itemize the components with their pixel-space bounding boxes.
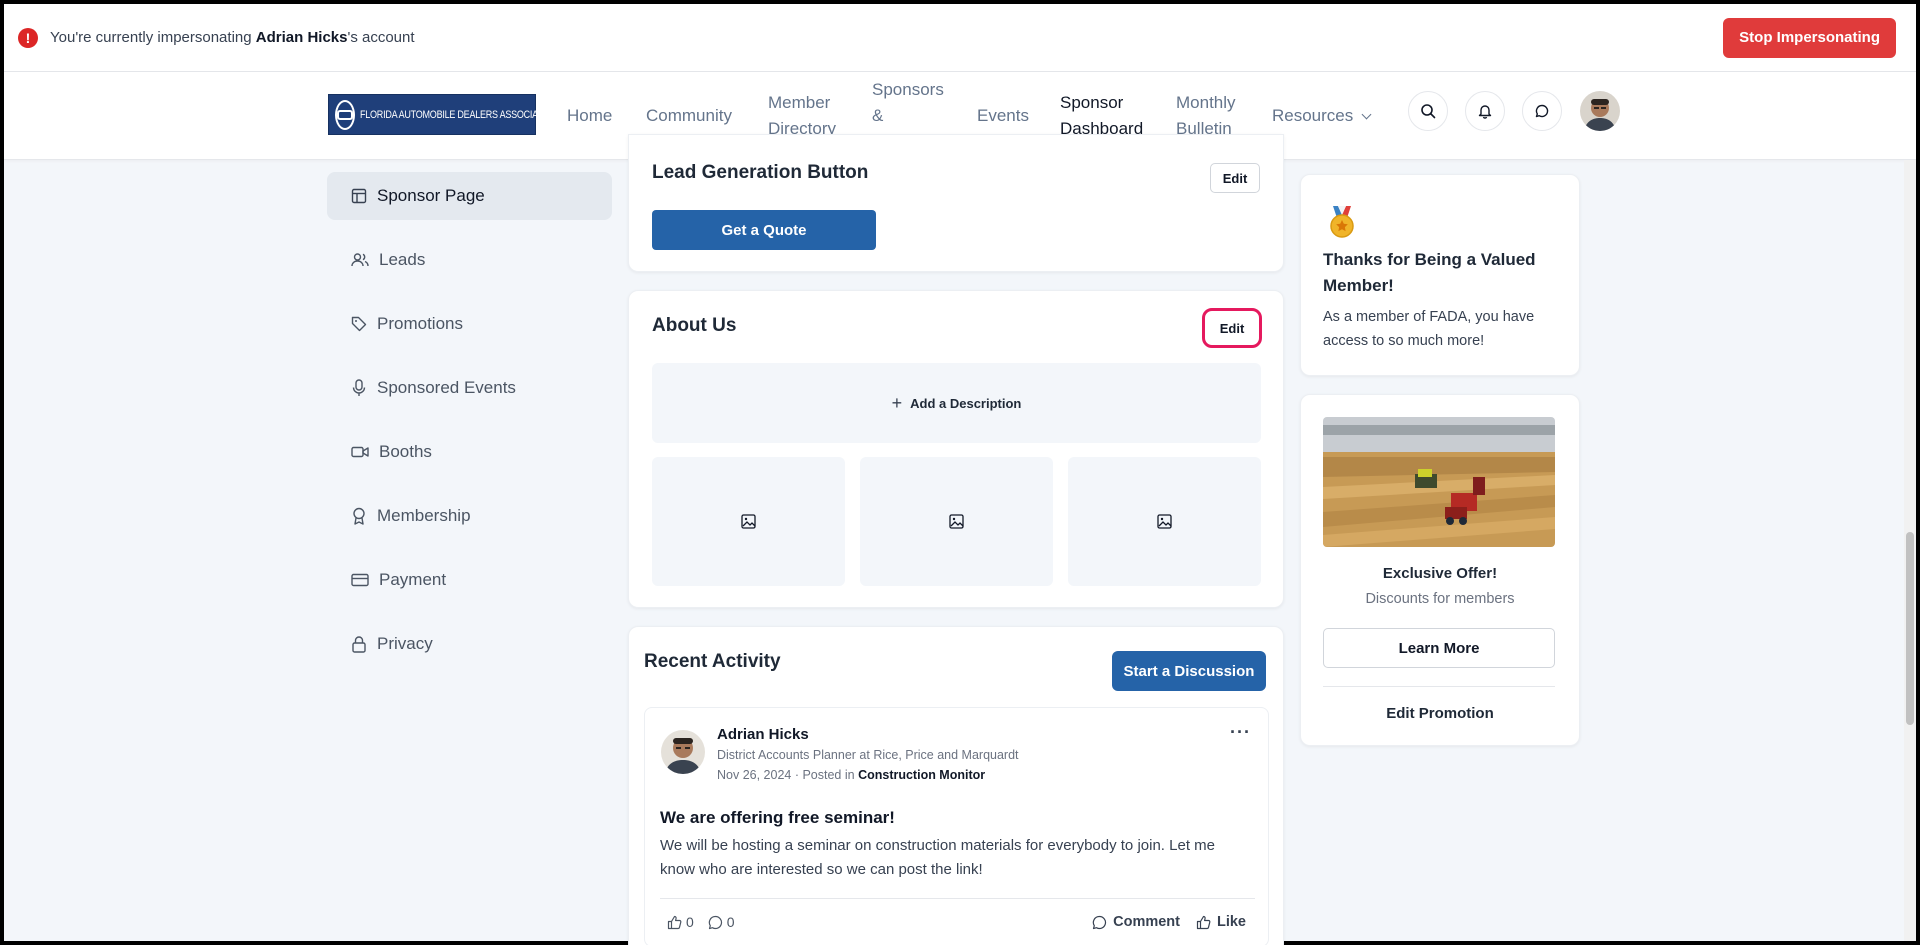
promotion-image xyxy=(1323,417,1555,547)
offer-title: Exclusive Offer! xyxy=(1382,565,1498,582)
post-meta: Nov 26, 2024 · Posted in Construction Mo… xyxy=(717,768,986,782)
post-group-link[interactable]: Construction Monitor xyxy=(858,768,985,782)
image-icon xyxy=(741,514,756,529)
start-discussion-button[interactable]: Start a Discussion xyxy=(1112,651,1266,691)
fada-logo[interactable]: FLORIDA AUTOMOBILE DEALERS ASSOCIATION xyxy=(328,94,558,135)
tag-icon xyxy=(351,316,367,332)
member-card-text: As a member of FADA, you have access to … xyxy=(1323,309,1535,349)
nav-community[interactable]: Community xyxy=(646,103,732,129)
edit-promotion-button[interactable]: Edit Promotion xyxy=(1301,705,1579,722)
comment-icon xyxy=(708,915,722,929)
user-avatar[interactable] xyxy=(1580,91,1620,131)
search-button[interactable] xyxy=(1408,91,1448,131)
comment-icon xyxy=(1092,915,1107,929)
sidebar-item-privacy[interactable]: Privacy xyxy=(327,620,612,668)
layout-icon xyxy=(351,188,367,204)
award-icon xyxy=(353,507,365,525)
post-actions: Comment Like xyxy=(1092,914,1246,930)
plus-icon: + xyxy=(891,392,903,413)
like-count: 0 xyxy=(686,914,694,930)
page-scrollbar[interactable] xyxy=(1904,160,1916,941)
impersonation-banner: ! You're currently impersonating Adrian … xyxy=(4,4,1916,72)
logo-seal-icon xyxy=(335,99,355,130)
medal-icon xyxy=(1330,206,1354,238)
comment-button[interactable]: Comment xyxy=(1092,914,1180,930)
learn-more-button[interactable]: Learn More xyxy=(1323,628,1555,668)
post-author[interactable]: Adrian Hicks xyxy=(717,726,809,743)
messages-button[interactable] xyxy=(1522,91,1562,131)
stop-impersonating-button[interactable]: Stop Impersonating xyxy=(1723,17,1896,58)
impersonation-message: You're currently impersonating Adrian Hi… xyxy=(50,29,415,46)
about-us-title: About Us xyxy=(652,315,737,336)
chevron-down-icon xyxy=(1361,109,1372,120)
more-options-icon[interactable]: ··· xyxy=(1230,722,1251,743)
post-stats: 0 0 xyxy=(667,914,735,930)
image-upload-slot[interactable] xyxy=(652,457,845,586)
notifications-button[interactable] xyxy=(1465,91,1505,131)
divider xyxy=(660,898,1255,899)
sidebar-item-leads[interactable]: Leads xyxy=(327,236,612,284)
thumbs-up-icon xyxy=(1196,915,1211,929)
author-avatar[interactable] xyxy=(661,730,705,774)
thumbs-up-icon xyxy=(667,915,682,929)
sidebar-item-booths[interactable]: Booths xyxy=(327,428,612,476)
comment-count: 0 xyxy=(726,914,735,930)
get-a-quote-button[interactable]: Get a Quote xyxy=(652,210,876,250)
alert-icon: ! xyxy=(18,27,38,48)
credit-card-icon xyxy=(351,573,369,587)
sidebar-item-membership[interactable]: Membership xyxy=(327,492,612,540)
chat-icon xyxy=(1535,104,1549,118)
post-body: We will be hosting a seminar on construc… xyxy=(660,837,1215,878)
lead-generation-card: Lead Generation Button Edit Get a Quote xyxy=(628,134,1284,272)
image-icon xyxy=(949,514,964,529)
valued-member-card: Thanks for Being a Valued Member! As a m… xyxy=(1300,174,1580,376)
activity-post: Adrian Hicks District Accounts Planner a… xyxy=(644,707,1269,945)
image-icon xyxy=(1157,514,1172,529)
sponsor-sidebar: Sponsor Page Leads Promotions Sponsored … xyxy=(327,172,612,684)
sidebar-item-sponsored-events[interactable]: Sponsored Events xyxy=(327,364,612,412)
post-title: We are offering free seminar! xyxy=(660,808,895,827)
post-author-role: District Accounts Planner at Rice, Price… xyxy=(717,748,1019,762)
video-icon xyxy=(351,446,369,458)
add-description-button[interactable]: + Add a Description xyxy=(652,363,1261,443)
nav-resources[interactable]: Resources xyxy=(1272,103,1372,129)
recent-activity-title: Recent Activity xyxy=(644,651,781,672)
users-icon xyxy=(351,253,369,267)
microphone-icon xyxy=(352,379,366,396)
like-button[interactable]: Like xyxy=(1196,914,1246,930)
recent-activity-card: Recent Activity Start a Discussion Adria… xyxy=(628,626,1284,945)
image-upload-slot[interactable] xyxy=(860,457,1053,586)
sidebar-item-promotions[interactable]: Promotions xyxy=(327,300,612,348)
image-upload-slot[interactable] xyxy=(1068,457,1261,586)
edit-about-us-button[interactable]: Edit xyxy=(1202,308,1262,348)
offer-subtitle: Discounts for members xyxy=(1365,591,1515,607)
lock-icon xyxy=(352,636,366,653)
divider xyxy=(1323,686,1555,687)
sidebar-item-payment[interactable]: Payment xyxy=(327,556,612,604)
promotion-card: Exclusive Offer! Discounts for members L… xyxy=(1300,394,1580,746)
search-icon xyxy=(1421,104,1436,119)
nav-home[interactable]: Home xyxy=(567,103,612,129)
bell-icon xyxy=(1478,105,1492,119)
about-us-card: About Us Edit + Add a Description xyxy=(628,290,1284,608)
member-card-title: Thanks for Being a Valued Member! xyxy=(1323,250,1536,295)
nav-events[interactable]: Events xyxy=(977,103,1029,129)
sidebar-item-sponsor-page[interactable]: Sponsor Page xyxy=(327,172,612,220)
edit-lead-generation-button[interactable]: Edit xyxy=(1210,163,1260,193)
scrollbar-thumb[interactable] xyxy=(1906,532,1914,725)
lead-generation-title: Lead Generation Button xyxy=(652,162,869,183)
